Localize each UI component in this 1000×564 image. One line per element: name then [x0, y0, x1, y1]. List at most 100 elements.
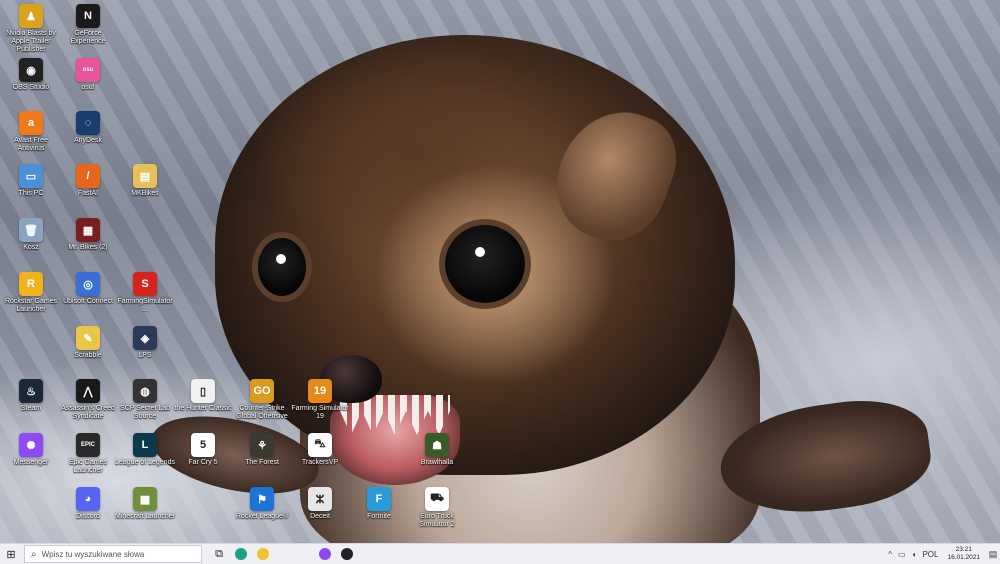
- app-icon: ⚑: [250, 487, 274, 511]
- app-icon: ✺: [19, 433, 43, 457]
- desktop-icon[interactable]: ⛍ TrackersVP: [289, 433, 351, 467]
- desktop-icon[interactable]: ♟ Nvidia Blasts by Apple Trailer Publishe…: [0, 4, 62, 54]
- desktop-icon-label: Avast Free Antivirus: [14, 137, 48, 152]
- app-icon: ◕: [76, 487, 100, 511]
- app-icon: S: [133, 272, 157, 296]
- search-icon: ⌕: [31, 548, 37, 560]
- app-icon: L: [133, 433, 157, 457]
- desktop-icon[interactable]: ◉ OBS Studio: [0, 58, 62, 92]
- desktop-icon[interactable]: ◎ Ubisoft Connect: [57, 272, 119, 306]
- desktop-icon-label: FastAI: [77, 190, 99, 197]
- desktop-icon[interactable]: F Fortnite: [348, 487, 410, 521]
- app-icon: R: [19, 272, 43, 296]
- desktop-icon-label: League of Legends: [115, 459, 175, 466]
- desktop-icon[interactable]: a Avast Free Antivirus: [0, 111, 62, 153]
- desktop-icon-label: Euro Truck Simulator 2: [419, 513, 455, 528]
- desktop-icon[interactable]: ⋀ Assassin's Creed Syndicate: [57, 379, 119, 421]
- wallpaper-dog-left-eye: [258, 238, 306, 296]
- app-icon: ◈: [133, 326, 157, 350]
- desktop-icon-label: FarmingSimulator…: [117, 298, 173, 313]
- desktop-icon[interactable]: ✺ Messenger: [0, 433, 62, 467]
- desktop-icon-label: Mr. Bikes (2): [68, 244, 108, 251]
- app-icon: EPIC: [76, 433, 100, 457]
- pinned-edge[interactable]: [230, 544, 252, 564]
- desktop-icon-label: SCP Secret Lab Source: [119, 405, 171, 420]
- app-icon: ▯: [191, 379, 215, 403]
- desktop-icon[interactable]: ◕ Discord: [57, 487, 119, 521]
- desktop-icon[interactable]: ✎ Scrabble: [57, 326, 119, 360]
- search-placeholder: Wpisz tu wyszukiwane słowa: [41, 549, 145, 559]
- app-icon: ▤: [133, 164, 157, 188]
- desktop-icon-label: the Hunter Classic: [174, 405, 232, 412]
- app-icon: ▦: [76, 218, 100, 242]
- desktop-icon-label: Far Cry 5: [188, 459, 218, 466]
- app-icon: a: [19, 111, 43, 135]
- desktop-icon-label: TrackersVP: [301, 459, 339, 466]
- app-icon: ♨: [19, 379, 43, 403]
- network-icon[interactable]: ▭: [898, 550, 906, 559]
- desktop-icon[interactable]: EPIC Epic Games Launcher: [57, 433, 119, 475]
- desktop-icon-label: Kosz: [23, 244, 39, 251]
- desktop-icon[interactable]: ▩ Minecraft Launcher: [114, 487, 176, 521]
- desktop-icon-label: Ubisoft Connect: [63, 298, 113, 305]
- desktop-icon[interactable]: ⚑ Rocket League®: [231, 487, 293, 521]
- start-button[interactable]: ⊞: [0, 544, 22, 564]
- desktop-icon[interactable]: ▯ the Hunter Classic: [172, 379, 234, 413]
- desktop-icon[interactable]: 5 Far Cry 5: [172, 433, 234, 467]
- wallpaper-dog-right-eye: [445, 225, 525, 303]
- app-icon: ◎: [76, 272, 100, 296]
- desktop-icon[interactable]: ☗ Brawlhalla: [406, 433, 468, 467]
- app-icon: ♟: [19, 4, 43, 28]
- pinned-file-explorer[interactable]: [252, 544, 274, 564]
- desktop-icon[interactable]: ▤ MKBikes: [114, 164, 176, 198]
- desktop-icon[interactable]: ▦ Mr. Bikes (2): [57, 218, 119, 252]
- desktop-icon[interactable]: 19 Farming Simulator 19: [289, 379, 351, 421]
- desktop-icon[interactable]: ◍ SCP Secret Lab Source: [114, 379, 176, 421]
- desktop-icon[interactable]: ⵣ Deceit: [289, 487, 351, 521]
- desktop-icon[interactable]: N GeForce Experience: [57, 4, 119, 46]
- desktop-icon[interactable]: S FarmingSimulator…: [114, 272, 176, 314]
- desktop-icon-label: Scrabble: [74, 352, 102, 359]
- language-indicator[interactable]: POL: [922, 550, 938, 559]
- clock[interactable]: 23:21 16.01.2021: [947, 546, 980, 562]
- tray-chevron-icon[interactable]: ^: [888, 550, 892, 559]
- desktop-icon-label: GeForce Experience: [70, 30, 106, 45]
- pinned-obs[interactable]: [336, 544, 358, 564]
- desktop-icon[interactable]: R Rockstar Games Launcher: [0, 272, 62, 314]
- desktop-icon[interactable]: ⛟ Euro Truck Simulator 2: [406, 487, 468, 529]
- search-box[interactable]: ⌕ Wpisz tu wyszukiwane słowa: [24, 545, 202, 563]
- desktop-icon[interactable]: / FastAI: [57, 164, 119, 198]
- desktop-icon[interactable]: ⚘ The Forest: [231, 433, 293, 467]
- desktop-icon-label: Assassin's Creed Syndicate: [61, 405, 115, 420]
- app-icon: ⋀: [76, 379, 100, 403]
- desktop-icon[interactable]: GO Counter-Strike Global Offensive: [231, 379, 293, 421]
- volume-icon[interactable]: ◖: [912, 550, 917, 559]
- task-view-button[interactable]: ⧉: [208, 544, 230, 564]
- app-icon: ⚘: [250, 433, 274, 457]
- app-icon: ⵣ: [308, 487, 332, 511]
- app-icon: F: [367, 487, 391, 511]
- app-icon: ⛍: [308, 433, 332, 457]
- desktop-icon[interactable]: 🗑 Kosz: [0, 218, 62, 252]
- desktop-icon[interactable]: ▭ This PC: [0, 164, 62, 198]
- app-icon: ▭: [19, 164, 43, 188]
- desktop-icon-label: Messenger: [13, 459, 49, 466]
- pinned-messenger[interactable]: [314, 544, 336, 564]
- desktop-icon-label: MKBikes: [131, 190, 159, 197]
- task-view-icon: ⧉: [215, 547, 223, 560]
- desktop-icon-label: Fortnite: [367, 513, 391, 520]
- desktop-icon-label: LPS: [138, 352, 152, 359]
- desktop-icon-label: OBS Studio: [12, 84, 50, 91]
- desktop-icon[interactable]: ♨ Steam: [0, 379, 62, 413]
- desktop-icon-label: Minecraft Launcher: [115, 513, 175, 520]
- notification-center-button[interactable]: ▤: [986, 544, 1000, 564]
- folder-icon: [257, 548, 269, 560]
- app-icon: ▩: [133, 487, 157, 511]
- desktop-icon[interactable]: ◈ LPS: [114, 326, 176, 360]
- desktop-icon[interactable]: L League of Legends: [114, 433, 176, 467]
- system-tray: ^ ▭ ◖ POL 23:21 16.01.2021 ▤: [885, 544, 1000, 564]
- edge-icon: [235, 548, 247, 560]
- desktop-icon[interactable]: ◌ AnyDesk: [57, 111, 119, 145]
- clock-time: 23:21: [955, 546, 972, 553]
- desktop-icon[interactable]: osu osu!: [57, 58, 119, 92]
